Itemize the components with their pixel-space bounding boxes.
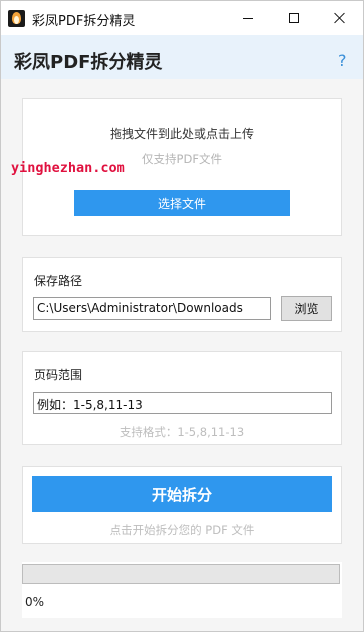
start-split-button[interactable]: 开始拆分 bbox=[32, 476, 332, 512]
page-range-format-hint: 支持格式：1-5,8,11-13 bbox=[119, 425, 245, 439]
save-path-section: 保存路径 C:\Users\Administrator\Downloads 浏览 bbox=[22, 257, 342, 332]
minimize-icon bbox=[243, 17, 253, 19]
save-path-label: 保存路径 bbox=[34, 274, 83, 288]
upload-area[interactable]: 拖拽文件到此处或点击上传 仅支持PDF文件 yinghezhan.com 选择文… bbox=[11, 98, 342, 236]
page-range-section: 页码范围 例如：1-5,8,11-13 支持格式：1-5,8,11-13 bbox=[22, 351, 342, 445]
page-range-label: 页码范围 bbox=[34, 368, 83, 382]
close-button[interactable] bbox=[317, 1, 363, 35]
page-range-input[interactable]: 例如：1-5,8,11-13 bbox=[33, 392, 332, 414]
save-path-input[interactable]: C:\Users\Administrator\Downloads bbox=[33, 297, 271, 320]
maximize-button[interactable] bbox=[271, 1, 317, 35]
drop-hint: 拖拽文件到此处或点击上传 bbox=[109, 127, 254, 141]
progress-percent: 0% bbox=[25, 595, 45, 609]
app-window: 彩凤PDF拆分精灵 彩凤PDF拆分精灵 ? 拖拽文件到此处或点击上传 仅支持PD… bbox=[0, 0, 364, 632]
select-file-button[interactable]: 选择文件 bbox=[74, 190, 290, 216]
progress-bar bbox=[22, 564, 340, 584]
app-heading: 彩凤PDF拆分精灵 bbox=[14, 52, 163, 73]
watermark-text: yinghezhan.com bbox=[11, 160, 125, 176]
window-title: 彩凤PDF拆分精灵 bbox=[32, 14, 136, 29]
browse-button[interactable]: 浏览 bbox=[281, 296, 332, 321]
minimize-button[interactable] bbox=[225, 1, 271, 35]
title-bar[interactable]: 彩凤PDF拆分精灵 bbox=[1, 1, 363, 35]
app-header: 彩凤PDF拆分精灵 ? bbox=[1, 35, 363, 79]
start-hint: 点击开始拆分您的 PDF 文件 bbox=[109, 523, 255, 537]
close-icon bbox=[334, 12, 346, 24]
progress-section: 0% bbox=[22, 562, 342, 618]
start-section: 开始拆分 点击开始拆分您的 PDF 文件 bbox=[22, 466, 342, 544]
maximize-icon bbox=[289, 13, 299, 23]
app-logo-icon bbox=[8, 10, 25, 27]
help-icon[interactable]: ? bbox=[338, 51, 347, 70]
